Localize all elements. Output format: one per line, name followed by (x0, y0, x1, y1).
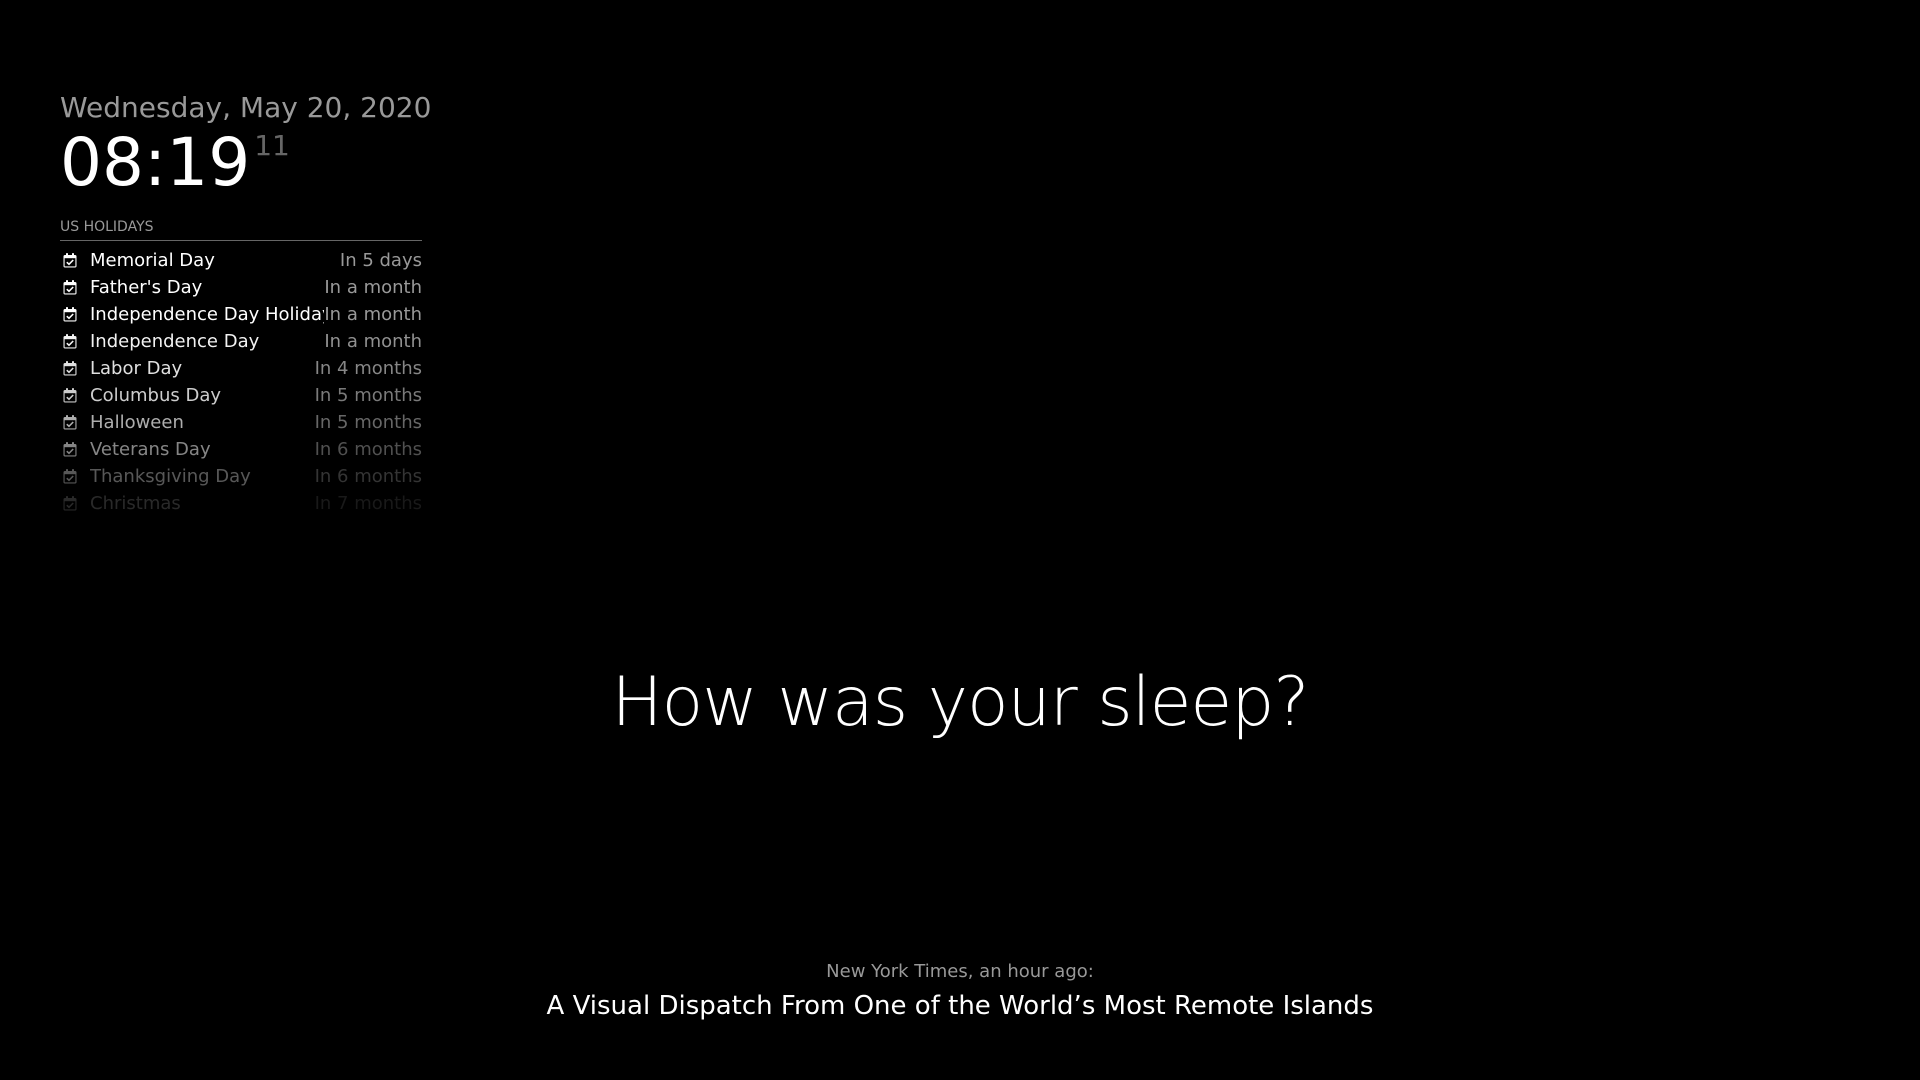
calendar-check-icon (60, 413, 80, 433)
calendar-check-icon (60, 251, 80, 271)
holiday-item: Columbus Day In 5 months (60, 382, 422, 409)
clock-hours-minutes: 08:19 (60, 124, 251, 201)
news-source: New York Times, an hour ago: (826, 961, 1094, 982)
calendar-check-icon (60, 467, 80, 487)
clock-seconds: 11 (254, 129, 290, 162)
holiday-time: In a month (324, 304, 422, 325)
holiday-list: Memorial Day In 5 days Father's Day In a mo… (60, 247, 422, 517)
calendar-check-icon (60, 332, 80, 352)
calendar-check-icon (60, 305, 80, 325)
clock-module: Wednesday, May 20, 2020 08:19 11 (60, 88, 540, 198)
clock-time: 08:19 11 (60, 128, 540, 198)
holiday-title: Thanksgiving Day (90, 466, 251, 487)
holiday-time: In a month (324, 331, 422, 352)
holiday-time: In 6 months (314, 439, 422, 460)
calendar-check-icon (60, 386, 80, 406)
holiday-item: Veterans Day In 6 months (60, 436, 422, 463)
news-headline: A Visual Dispatch From One of the World’… (546, 991, 1374, 1021)
holiday-item: Father's Day In a month (60, 274, 422, 301)
holiday-item: Christmas In 7 months (60, 490, 422, 517)
holiday-title: Labor Day (90, 358, 183, 379)
holiday-item: Thanksgiving Day In 6 months (60, 463, 422, 490)
holiday-title: Veterans Day (90, 439, 211, 460)
holiday-title: Columbus Day (90, 385, 222, 406)
holiday-title: Memorial Day (90, 250, 215, 271)
holiday-item: Labor Day In 4 months (60, 355, 422, 382)
news-feed: New York Times, an hour ago: A Visual Di… (0, 960, 1920, 1024)
holiday-item: Halloween In 5 months (60, 409, 422, 436)
holiday-title: Independence Day (90, 331, 260, 352)
holiday-title: Christmas (90, 493, 181, 514)
holiday-time: In 5 months (314, 412, 422, 433)
clock-date: Wednesday, May 20, 2020 (60, 91, 432, 124)
calendar-header: US HOLIDAYS (60, 218, 422, 241)
holiday-item: Memorial Day In 5 days (60, 247, 422, 274)
compliment-text: How was your sleep? (611, 663, 1309, 742)
holiday-time: In 7 months (314, 493, 422, 514)
calendar-module: US HOLIDAYS Memorial Day In 5 days Father'… (60, 218, 422, 517)
calendar-check-icon (60, 359, 80, 379)
holiday-time: In a month (324, 277, 422, 298)
holiday-time: In 6 months (314, 466, 422, 487)
holiday-title: Father's Day (90, 277, 203, 298)
calendar-check-icon (60, 494, 80, 514)
holiday-time: In 5 days (339, 250, 422, 271)
holiday-item: Independence Day In a month (60, 328, 422, 355)
holiday-title: Independence Day Holiday (90, 304, 325, 325)
calendar-check-icon (60, 278, 80, 298)
holiday-item: Independence Day Holiday In a month (60, 301, 422, 328)
holiday-time: In 4 months (314, 358, 422, 379)
calendar-check-icon (60, 440, 80, 460)
holiday-title: Halloween (90, 412, 184, 433)
holiday-time: In 5 months (314, 385, 422, 406)
